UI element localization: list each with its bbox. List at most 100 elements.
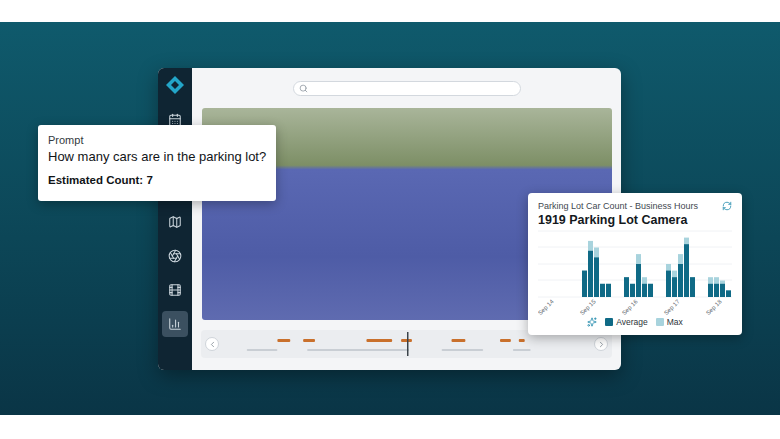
timeline-event[interactable]: [452, 339, 466, 342]
sidebar-item[interactable]: [162, 243, 188, 269]
day-group: Sep 15: [579, 241, 611, 315]
max-bar[interactable]: [648, 284, 653, 297]
sidebar: [158, 68, 192, 370]
timeline-event[interactable]: [401, 339, 412, 342]
timeline-event[interactable]: [500, 339, 511, 342]
next-button[interactable]: [594, 337, 608, 351]
chart-legend: Average Max: [538, 315, 732, 329]
average-bar[interactable]: [606, 284, 611, 297]
grid-line: [538, 247, 732, 248]
bar-chart-icon: [168, 317, 182, 331]
bar-chart: Sep 14 Sep 15 Sep 16 Sep 17 Sep 18: [538, 227, 732, 315]
timeline-range: [247, 349, 278, 351]
max-bar[interactable]: [624, 277, 629, 297]
grid-line: [538, 280, 732, 281]
search-field[interactable]: [293, 81, 521, 96]
search-row: [192, 68, 621, 108]
average-bar[interactable]: [600, 284, 605, 297]
average-bar[interactable]: [642, 284, 647, 297]
timeline-range: [442, 349, 484, 351]
day-group: Sep 14: [538, 298, 555, 315]
max-bar[interactable]: [714, 277, 719, 297]
max-bar[interactable]: [606, 284, 611, 297]
day-group: Sep 16: [621, 254, 653, 315]
average-bar[interactable]: [624, 277, 629, 297]
average-bar[interactable]: [588, 251, 593, 297]
grid-line: [538, 264, 732, 265]
prompt-label: Prompt: [48, 134, 266, 146]
sidebar-item[interactable]: [162, 209, 188, 235]
chart-card: Parking Lot Car Count - Business Hours 19…: [528, 193, 742, 335]
timeline-event[interactable]: [519, 339, 525, 342]
camera-name: 1919 Parking Lot Camera: [538, 213, 732, 227]
previous-button[interactable]: [205, 337, 219, 351]
max-bar[interactable]: [678, 254, 683, 297]
timeline-event[interactable]: [366, 339, 392, 342]
legend-swatch: [605, 318, 613, 326]
average-bar[interactable]: [594, 257, 599, 297]
sidebar-item[interactable]: [162, 311, 188, 337]
legend-swatch: [656, 318, 664, 326]
max-bar[interactable]: [582, 271, 587, 297]
average-bar[interactable]: [672, 277, 677, 297]
average-bar[interactable]: [666, 271, 671, 297]
average-bar[interactable]: [684, 244, 689, 297]
prompt-card: Prompt How many cars are in the parking l…: [38, 125, 276, 201]
max-bar[interactable]: [690, 277, 695, 297]
max-bar[interactable]: [642, 277, 647, 297]
timeline-range: [307, 349, 409, 351]
max-bar[interactable]: [708, 277, 713, 297]
timeline-event[interactable]: [303, 339, 315, 342]
logo-icon[interactable]: [165, 75, 185, 95]
grid-line: [538, 231, 732, 232]
sparkle-icon[interactable]: [587, 317, 597, 327]
max-bar[interactable]: [726, 290, 731, 297]
map-icon: [168, 215, 182, 229]
max-bar[interactable]: [672, 271, 677, 297]
max-bar[interactable]: [684, 238, 689, 297]
refresh-icon[interactable]: [722, 201, 732, 211]
average-bar[interactable]: [714, 284, 719, 297]
average-bar[interactable]: [708, 284, 713, 297]
prompt-result: Estimated Count: 7: [48, 174, 266, 186]
average-bar[interactable]: [720, 284, 725, 297]
x-axis-label: Sep 14: [538, 298, 555, 315]
chevron-right-icon: [597, 340, 606, 349]
timeline-event[interactable]: [277, 339, 290, 342]
chart-title: Parking Lot Car Count - Business Hours: [538, 201, 698, 211]
legend-label: Average: [616, 317, 648, 327]
sidebar-item[interactable]: [162, 277, 188, 303]
day-group: Sep 17: [663, 238, 695, 315]
max-bar[interactable]: [630, 284, 635, 297]
average-bar[interactable]: [636, 264, 641, 297]
top-band: [0, 0, 780, 22]
average-bar[interactable]: [648, 284, 653, 297]
chart-header: Parking Lot Car Count - Business Hours: [538, 201, 732, 211]
x-axis-label: Sep 16: [621, 298, 639, 315]
average-bar[interactable]: [678, 264, 683, 297]
day-group: Sep 18: [705, 277, 731, 315]
average-bar[interactable]: [726, 290, 731, 297]
aperture-icon: [168, 249, 182, 263]
x-axis-label: Sep 15: [579, 298, 597, 315]
timeline-playhead[interactable]: [407, 332, 408, 356]
max-bar[interactable]: [588, 241, 593, 297]
legend-item[interactable]: Max: [656, 317, 683, 327]
page: Prompt How many cars are in the parking l…: [0, 0, 780, 439]
search-icon: [299, 84, 308, 93]
x-axis-label: Sep 18: [705, 298, 723, 315]
max-bar[interactable]: [666, 264, 671, 297]
average-bar[interactable]: [582, 271, 587, 297]
max-bar[interactable]: [720, 281, 725, 298]
max-bar[interactable]: [594, 248, 599, 298]
x-axis-label: Sep 17: [663, 298, 681, 315]
max-bar[interactable]: [600, 284, 605, 297]
average-bar[interactable]: [630, 284, 635, 297]
average-bar[interactable]: [690, 277, 695, 297]
bottom-band: [0, 415, 780, 439]
timeline-range: [513, 349, 531, 351]
film-icon: [168, 283, 182, 297]
max-bar[interactable]: [636, 254, 641, 297]
prompt-question: How many cars are in the parking lot?: [48, 149, 266, 164]
legend-item[interactable]: Average: [605, 317, 648, 327]
